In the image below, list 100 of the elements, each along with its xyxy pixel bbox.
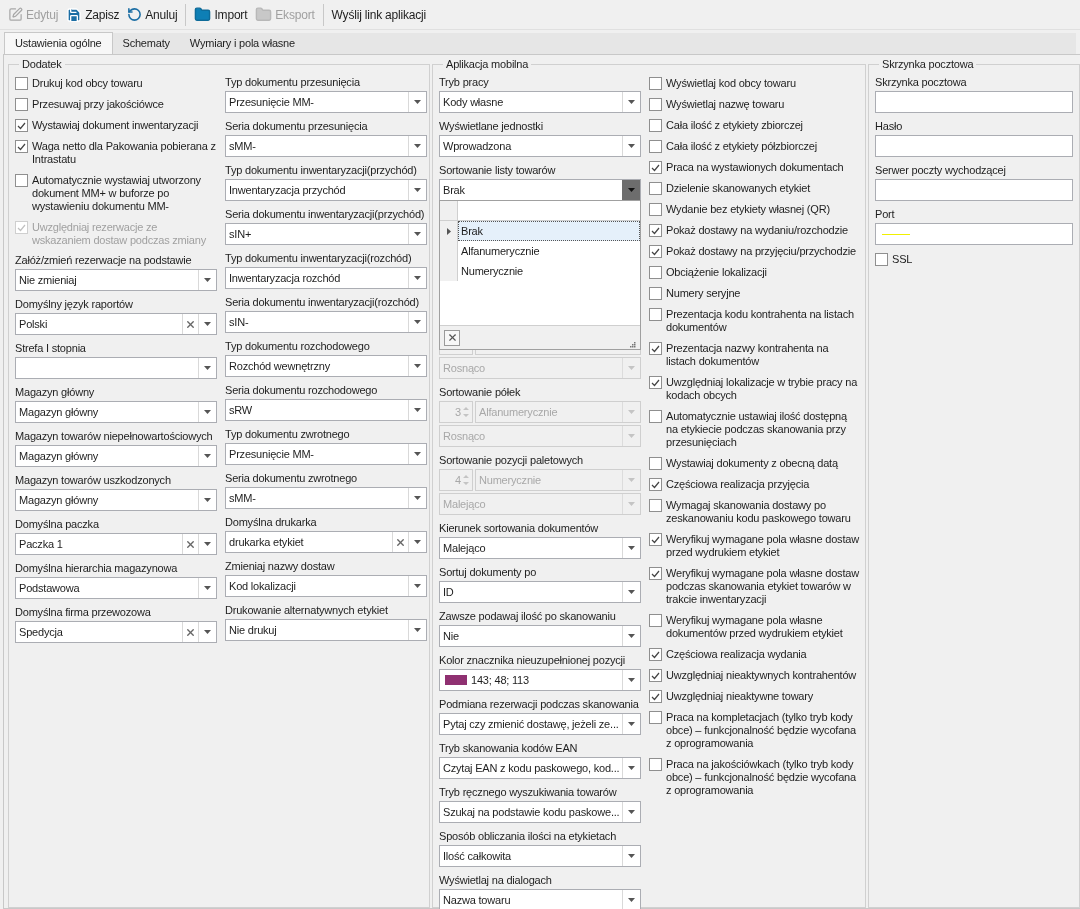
caret-icon	[628, 144, 635, 148]
tab[interactable]: Wymiary i pola własne	[179, 33, 305, 54]
checkbox-label: Uwzględniaj lokalizacje w trybie pracy na kodach obcych	[666, 376, 859, 402]
field-label: Sortowanie półek	[439, 385, 522, 400]
checkbox[interactable]	[875, 253, 888, 266]
field-label: Seria dokumentu inwentaryzacji(przychód)	[225, 207, 426, 222]
checkbox[interactable]	[649, 376, 662, 389]
field-label: Domyślny język raportów	[15, 297, 134, 312]
checkbox[interactable]	[649, 161, 662, 174]
toolbar-button[interactable]: Wyślij link aplikacji	[331, 5, 426, 24]
checkbox[interactable]	[649, 758, 662, 771]
checkbox-label: Wyświetlaj kod obcy towaru	[666, 77, 796, 90]
checkbox-label: Wymagaj skanowania dostawy po zeskanowaniu kodu paskowego towaru	[666, 499, 852, 525]
dropdown-field[interactable]	[15, 357, 217, 379]
checkbox-label: Cała ilość z etykiety półzbiorczej	[666, 140, 817, 153]
caret-icon	[628, 502, 635, 506]
checkbox[interactable]	[649, 342, 662, 355]
dropdown-field[interactable]: Pytaj czy zmienić dostawę, jeżeli ze...	[439, 713, 641, 735]
toolbar-button[interactable]: Import	[194, 5, 248, 24]
checkbox[interactable]	[649, 690, 662, 703]
checkbox[interactable]	[649, 182, 662, 195]
caret-icon	[628, 898, 635, 902]
text-field[interactable]	[875, 91, 1073, 113]
checkbox[interactable]	[15, 119, 28, 132]
checkbox[interactable]	[649, 499, 662, 512]
checkbox[interactable]	[649, 119, 662, 132]
checkbox-label: Praca na jakościówkach (tylko tryb kody obce) – funkcjonalność będzie wycofana z oprogramowania	[666, 758, 857, 797]
checkbox[interactable]	[649, 478, 662, 491]
checkbox-label: Waga netto dla Pakowania pobierana z Intrastatu	[32, 140, 217, 166]
caret-icon	[628, 678, 635, 682]
caret-icon	[414, 364, 421, 368]
dropdown-field[interactable]: Szukaj na podstawie kodu paskowe...	[439, 801, 641, 823]
checkbox[interactable]	[649, 203, 662, 216]
toolbar-button[interactable]: Zapisz	[66, 5, 120, 24]
dropdown-field[interactable]: sMM-	[225, 135, 427, 157]
checkbox[interactable]	[649, 648, 662, 661]
toolbar-button[interactable]: Anuluj	[127, 5, 178, 24]
dropdown-field[interactable]: Magazyn główny	[15, 489, 217, 511]
checkbox[interactable]	[649, 567, 662, 580]
dropdown-field[interactable]: Nie zmieniaj	[15, 269, 217, 291]
field-label: Sortowanie listy towarów	[439, 163, 557, 178]
field-label: Podmiana rezerwacji podczas skanowania	[439, 697, 640, 712]
dropdown-field[interactable]: Malejąco	[439, 537, 641, 559]
dropdown-field[interactable]: Czytaj EAN z kodu paskowego, kod...	[439, 757, 641, 779]
dropdown-field[interactable]: Kody własne	[439, 91, 641, 113]
tab[interactable]: Schematy	[112, 33, 180, 54]
checkbox[interactable]	[15, 140, 28, 153]
dropdown-field[interactable]: 143; 48; 113	[439, 669, 641, 691]
checkbox[interactable]	[649, 140, 662, 153]
checkbox[interactable]	[649, 224, 662, 237]
dropdown-field[interactable]: Przesunięcie MM-	[225, 91, 427, 113]
caret-icon	[628, 766, 636, 770]
checkbox[interactable]	[649, 266, 662, 279]
caret-icon	[204, 498, 211, 502]
checkbox[interactable]	[649, 98, 662, 111]
checkbox[interactable]	[649, 245, 662, 258]
dropdown-field[interactable]: Przesunięcie MM-	[225, 443, 427, 465]
dropdown-field[interactable]: sIN-	[225, 311, 427, 333]
dropdown-field[interactable]: Magazyn główny	[15, 401, 217, 423]
caret-icon	[414, 584, 421, 588]
field-label: Typ dokumentu zwrotnego	[225, 427, 351, 442]
dropdown-field[interactable]: Inwentaryzacja przychód	[225, 179, 427, 201]
dropdown-field[interactable]: ID	[439, 581, 641, 603]
checkbox[interactable]	[649, 711, 662, 724]
dropdown-field[interactable]: Kod lokalizacji	[225, 575, 427, 597]
checkbox[interactable]	[649, 410, 662, 423]
checkbox[interactable]	[649, 77, 662, 90]
caret-icon	[414, 628, 421, 632]
dropdown-field[interactable]: Wprowadzona	[439, 135, 641, 157]
dropdown-field[interactable]: Nie drukuj	[225, 619, 427, 641]
dropdown-field[interactable]: Nazwa towaru	[439, 889, 641, 909]
tab[interactable]: Ustawienia ogólne	[4, 32, 113, 54]
checkbox[interactable]	[649, 308, 662, 321]
checkbox[interactable]	[15, 174, 28, 187]
checkbox[interactable]	[649, 614, 662, 627]
checkbox[interactable]	[649, 457, 662, 470]
dropdown-field[interactable]: Nie	[439, 625, 641, 647]
checkbox[interactable]	[15, 77, 28, 90]
dropdown-field[interactable]: Magazyn główny	[15, 445, 217, 467]
dropdown-field[interactable]: Rozchód wewnętrzny	[225, 355, 427, 377]
group-title: Dodatek	[21, 57, 63, 71]
dropdown-field[interactable]: sIN+	[225, 223, 427, 245]
checkbox[interactable]	[649, 669, 662, 682]
checkbox[interactable]	[649, 533, 662, 546]
field-label: Zawsze podawaj ilość po skanowaniu	[439, 609, 617, 624]
dropdown-field[interactable]: Inwentaryzacja rozchód	[225, 267, 427, 289]
text-field[interactable]	[875, 179, 1073, 201]
text-field[interactable]	[875, 223, 1073, 245]
checkbox-label: Prezentacja kodu kontrahenta na listach dokumentów	[666, 308, 855, 334]
checkbox[interactable]	[649, 287, 662, 300]
text-field[interactable]	[875, 135, 1073, 157]
caret-icon	[628, 188, 635, 192]
field-label: Sortuj dokumenty po	[439, 565, 538, 580]
dropdown-field[interactable]: sRW	[225, 399, 427, 421]
dropdown-field[interactable]: Podstawowa	[15, 577, 217, 599]
dropdown-field[interactable]: sMM-	[225, 487, 427, 509]
field-label: Kierunek sortowania dokumentów	[439, 521, 600, 536]
caret-icon	[628, 434, 635, 438]
dropdown-field[interactable]: Ilość całkowita	[439, 845, 641, 867]
checkbox[interactable]	[15, 98, 28, 111]
